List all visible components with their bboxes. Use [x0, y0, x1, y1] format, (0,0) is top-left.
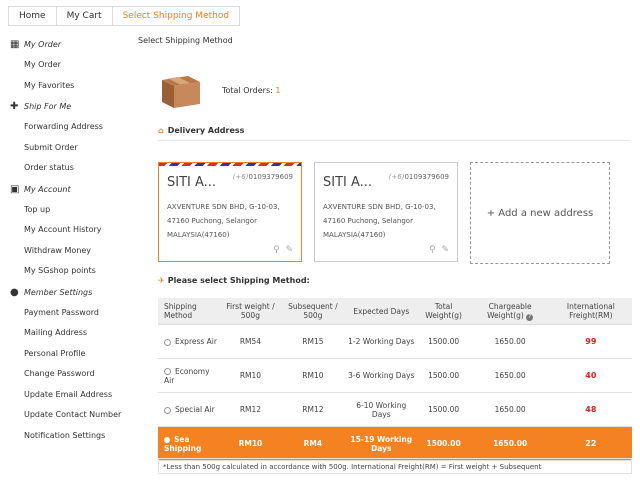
grid-icon: ▦ — [10, 39, 20, 50]
sidebar-section-my-order: ▦ My Order — [0, 34, 140, 55]
page-title: Select Shipping Method — [138, 36, 233, 45]
address-lines: AXVENTURE SDN BHD, G-10-03, 47160 Puchon… — [323, 203, 436, 239]
table-row[interactable]: Economy Air RM10 RM10 3-6 Working Days 1… — [158, 358, 632, 393]
breadcrumb-home[interactable]: Home — [8, 6, 56, 26]
table-header-row: Shipping Method First weight / 500g Subs… — [158, 298, 632, 325]
address-card-selected[interactable]: SITI A... (+6)0109379609 AXVENTURE SDN B… — [158, 162, 302, 262]
sidebar-item-personal-profile[interactable]: Personal Profile — [0, 344, 140, 365]
user-icon: ● — [10, 286, 19, 298]
table-row-selected[interactable]: Sea Shipping RM10 RM4 15-19 Working Days… — [158, 426, 632, 461]
sidebar-item-change-password[interactable]: Change Password — [0, 364, 140, 385]
total-orders-count: 1 — [275, 86, 281, 95]
sidebar-item-mailing-address[interactable]: Mailing Address — [0, 323, 140, 344]
table-row[interactable]: Express Air RM54 RM15 1-2 Working Days 1… — [158, 324, 632, 359]
freight-value: 99 — [585, 337, 597, 346]
delivery-address-title: ⌂ Delivery Address — [158, 126, 245, 135]
breadcrumb-cart[interactable]: My Cart — [55, 6, 112, 26]
table-row[interactable]: Special Air RM12 RM12 6-10 Working Days … — [158, 392, 632, 427]
plus-icon: ✚ — [10, 101, 19, 112]
sidebar-item-top-up[interactable]: Top up — [0, 200, 140, 221]
sidebar-item-forwarding-address[interactable]: Forwarding Address — [0, 117, 140, 138]
breadcrumb-current: Select Shipping Method — [111, 6, 241, 26]
sidebar-section-my-account: ▣ My Account — [0, 179, 140, 200]
sidebar-item-payment-password[interactable]: Payment Password — [0, 303, 140, 324]
freight-note: *Less than 500g calculated in accordance… — [158, 458, 632, 474]
col-subsequent: Subsequent / 500g — [279, 298, 346, 325]
radio-button[interactable] — [164, 338, 171, 346]
address-phone: (+6)0109379609 — [232, 173, 293, 181]
sidebar-item-my-favorites[interactable]: My Favorites — [0, 76, 140, 97]
plane-icon: ✈ — [158, 276, 165, 285]
sidebar-section-ship-for-me: ✚ Ship For Me — [0, 96, 140, 117]
address-actions: ⚲ ✎ — [273, 245, 293, 255]
address-lines: AXVENTURE SDN BHD, G-10-03, 47160 Puchon… — [167, 203, 280, 239]
sidebar-item-sgshop-points[interactable]: My SGshop points — [0, 261, 140, 282]
sidebar-item-my-order[interactable]: My Order — [0, 55, 140, 76]
radio-button[interactable] — [164, 406, 171, 414]
sidebar-item-withdraw-money[interactable]: Withdraw Money — [0, 241, 140, 262]
sidebar-item-update-contact[interactable]: Update Contact Number — [0, 405, 140, 426]
col-shipping-method: Shipping Method — [158, 298, 222, 325]
card-icon: ▣ — [10, 183, 20, 195]
address-card[interactable]: SITI A... (+6)0109379609 AXVENTURE SDN B… — [314, 162, 458, 262]
col-first-weight: First weight / 500g — [221, 298, 280, 325]
help-icon[interactable]: ? — [526, 313, 534, 321]
radio-button[interactable] — [164, 368, 171, 375]
breadcrumb: Home My Cart Select Shipping Method — [8, 6, 241, 26]
edit-icon[interactable]: ✎ — [441, 245, 449, 255]
sidebar-item-account-history[interactable]: My Account History — [0, 220, 140, 241]
address-phone: (+6)0109379609 — [388, 173, 449, 181]
sidebar-item-notification-settings[interactable]: Notification Settings — [0, 426, 140, 447]
sidebar-item-order-status[interactable]: Order status — [0, 158, 140, 179]
sidebar-item-submit-order[interactable]: Submit Order — [0, 138, 140, 159]
home-icon: ⌂ — [158, 126, 164, 135]
package-icon — [162, 76, 200, 108]
divider — [158, 140, 630, 141]
sidebar-section-member-settings: ● Member Settings — [0, 282, 140, 303]
shipping-table: Shipping Method First weight / 500g Subs… — [158, 298, 632, 461]
col-freight: International Freight(RM) — [549, 298, 632, 325]
address-actions: ⚲ ✎ — [429, 245, 449, 255]
address-name: SITI A... — [323, 175, 373, 190]
total-orders: Total Orders: 1 — [222, 86, 281, 95]
col-total-weight: Total Weight(g) — [416, 298, 471, 325]
add-address-button[interactable]: + Add a new address — [470, 162, 610, 264]
freight-value: 48 — [585, 405, 597, 414]
col-expected-days: Expected Days — [345, 298, 417, 325]
sidebar-item-update-email[interactable]: Update Email Address — [0, 385, 140, 406]
sidebar: ▦ My Order My Order My Favorites ✚ Ship Fo… — [0, 34, 140, 446]
freight-value: 40 — [585, 371, 597, 380]
col-chargeable-weight: Chargeable Weight(g) ? — [470, 298, 550, 325]
edit-icon[interactable]: ✎ — [285, 245, 293, 255]
shipping-method-title: ✈ Please select Shipping Method: — [158, 276, 310, 285]
location-icon[interactable]: ⚲ — [429, 245, 436, 255]
address-name: SITI A... — [167, 175, 217, 190]
location-icon[interactable]: ⚲ — [273, 245, 280, 255]
freight-value: 22 — [585, 439, 597, 448]
radio-button-selected[interactable] — [164, 436, 170, 443]
